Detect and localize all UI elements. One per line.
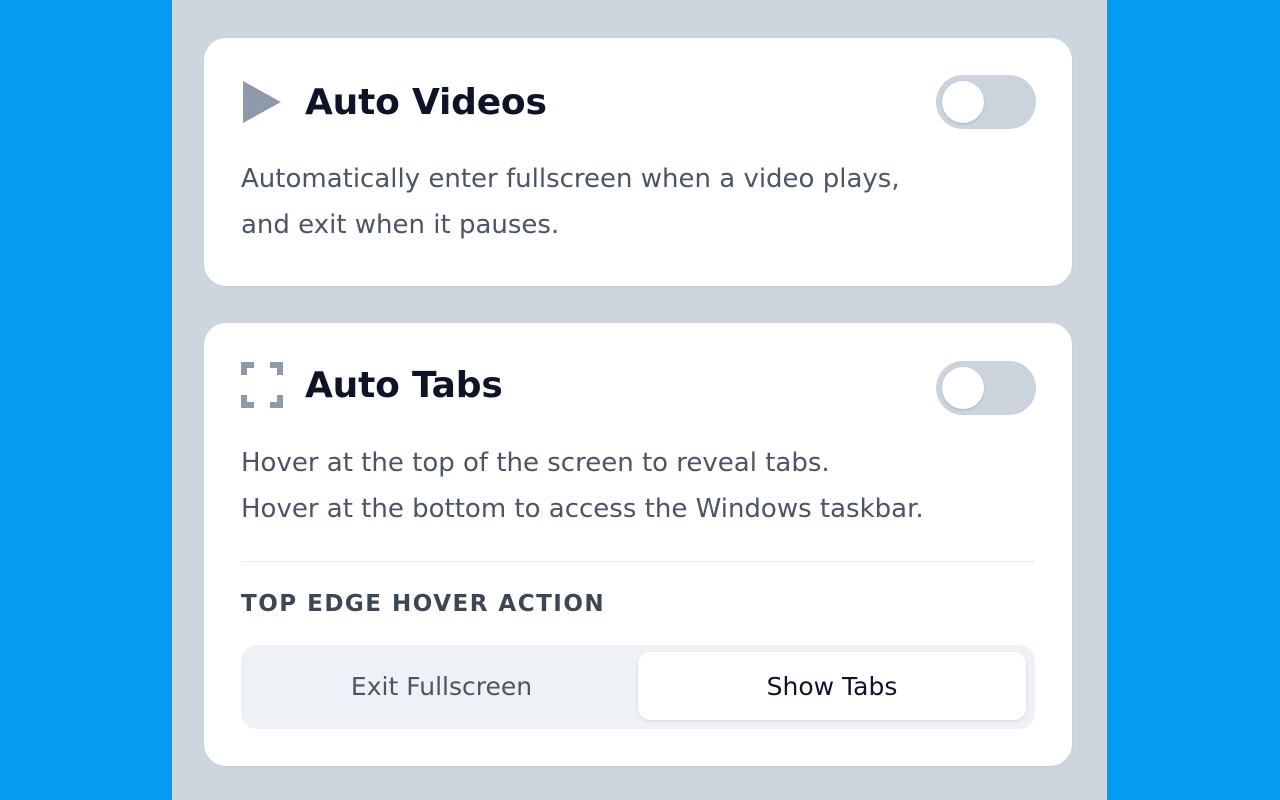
- auto-tabs-header: Auto Tabs: [241, 361, 503, 409]
- auto-videos-title: Auto Videos: [305, 81, 547, 123]
- auto-videos-header: Auto Videos: [241, 78, 547, 126]
- auto-tabs-toggle[interactable]: [936, 361, 1036, 415]
- description-line: Hover at the bottom to access the Window…: [241, 494, 924, 524]
- settings-panel: Auto Videos Automatically enter fullscre…: [172, 0, 1107, 800]
- toggle-knob: [942, 81, 984, 123]
- description-line: Hover at the top of the screen to reveal…: [241, 448, 830, 478]
- auto-videos-description: Automatically enter fullscreen when a vi…: [241, 156, 1041, 248]
- auto-tabs-title: Auto Tabs: [305, 364, 503, 406]
- description-line: and exit when it pauses.: [241, 210, 560, 240]
- show-tabs-option[interactable]: Show Tabs: [638, 652, 1026, 720]
- fullscreen-corners-icon: [241, 362, 283, 408]
- auto-tabs-card: Auto Tabs Hover at the top of the screen…: [204, 323, 1072, 766]
- description-line: Automatically enter fullscreen when a vi…: [241, 164, 900, 194]
- auto-videos-card: Auto Videos Automatically enter fullscre…: [204, 38, 1072, 286]
- divider: [241, 561, 1035, 562]
- auto-tabs-description: Hover at the top of the screen to reveal…: [241, 440, 1041, 532]
- exit-fullscreen-option[interactable]: Exit Fullscreen: [249, 652, 634, 720]
- top-edge-hover-action-selector: Exit Fullscreen Show Tabs: [241, 645, 1035, 729]
- top-edge-hover-action-label: TOP EDGE HOVER ACTION: [241, 591, 606, 617]
- play-icon: [241, 79, 283, 125]
- auto-videos-toggle[interactable]: [936, 75, 1036, 129]
- toggle-knob: [942, 367, 984, 409]
